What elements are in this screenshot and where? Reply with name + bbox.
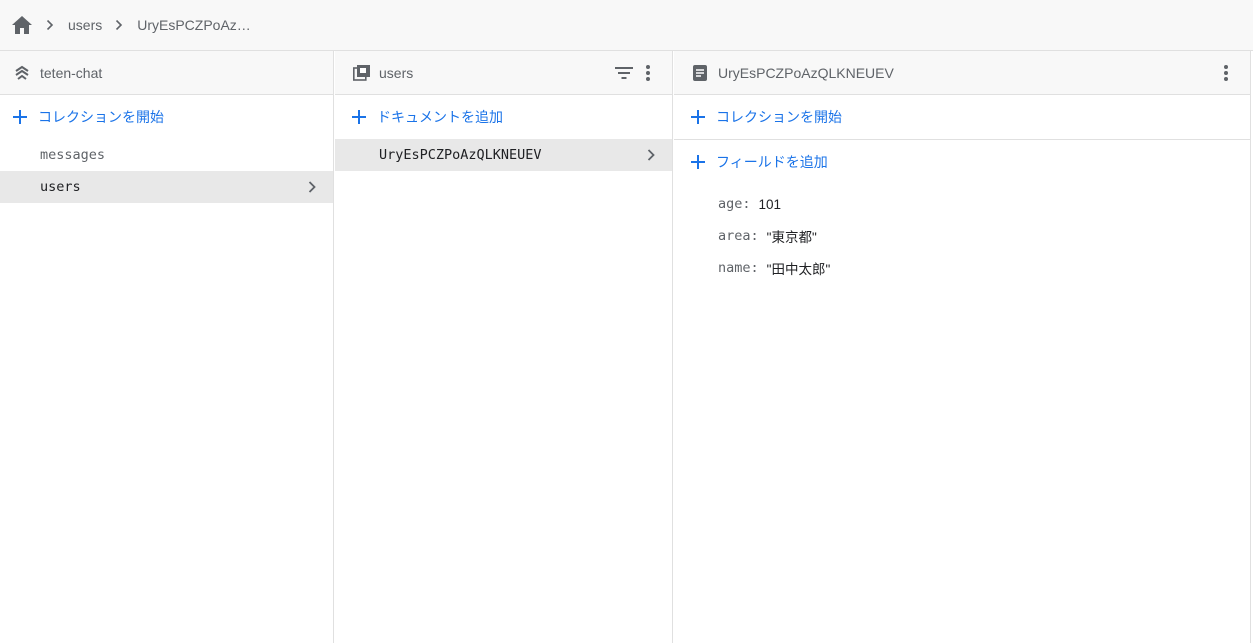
field-key: name — [718, 260, 751, 276]
more-vert-icon[interactable] — [636, 61, 660, 85]
collection-item-messages[interactable]: messages — [0, 139, 333, 171]
chevron-right-icon — [46, 20, 56, 30]
collection-item-label: users — [40, 179, 81, 195]
field-separator: : — [742, 196, 751, 212]
chevron-right-icon — [305, 180, 319, 194]
database-icon — [13, 64, 31, 82]
chevron-right-icon — [115, 20, 125, 30]
document-icon — [691, 64, 709, 82]
root-panel: teten-chat コレクションを開始 messages users — [0, 51, 334, 643]
field-row-age[interactable]: age: 101 — [674, 188, 1250, 220]
collection-icon — [352, 64, 370, 82]
field-row-name[interactable]: name: "田中太郎" — [674, 252, 1250, 284]
collection-panel: users ドキュメントを追加 UryEsPCZPoAzQLKNEUEV — [335, 51, 673, 643]
plus-icon — [349, 107, 369, 127]
more-vert-icon[interactable] — [1214, 61, 1238, 85]
field-row-area[interactable]: area: "東京都" — [674, 220, 1250, 252]
plus-icon — [688, 152, 708, 172]
field-value: 101 — [758, 196, 782, 212]
root-panel-title: teten-chat — [40, 64, 103, 81]
start-subcollection-label: コレクションを開始 — [716, 109, 842, 125]
add-field-button[interactable]: フィールドを追加 — [674, 140, 1250, 184]
document-item[interactable]: UryEsPCZPoAzQLKNEUEV — [335, 139, 672, 171]
document-panel-header: UryEsPCZPoAzQLKNEUEV — [674, 51, 1250, 95]
breadcrumb-item-document[interactable]: UryEsPCZPoAz… — [137, 17, 251, 33]
collection-item-users[interactable]: users — [0, 171, 333, 203]
start-collection-label: コレクションを開始 — [38, 109, 164, 125]
field-value: "田中太郎" — [766, 262, 831, 277]
collection-panel-title: users — [379, 64, 414, 81]
field-key: age — [718, 196, 743, 212]
chevron-right-icon — [644, 148, 658, 162]
root-panel-header: teten-chat — [0, 51, 333, 95]
document-panel: UryEsPCZPoAzQLKNEUEV コレクションを開始 フィールドを追加 … — [674, 51, 1251, 643]
document-panel-title: UryEsPCZPoAzQLKNEUEV — [718, 64, 894, 81]
add-field-label: フィールドを追加 — [716, 154, 828, 170]
field-value: "東京都" — [766, 230, 817, 245]
start-subcollection-button[interactable]: コレクションを開始 — [674, 95, 1250, 140]
start-collection-button[interactable]: コレクションを開始 — [0, 95, 333, 139]
breadcrumb-item-users[interactable]: users — [68, 17, 102, 33]
field-list: age: 101 area: "東京都" name: "田中太郎" — [674, 184, 1250, 284]
plus-icon — [10, 107, 30, 127]
collection-panel-header: users — [335, 51, 672, 95]
field-key: area — [718, 228, 751, 244]
breadcrumb: users UryEsPCZPoAz… — [0, 0, 1253, 51]
field-separator: : — [750, 228, 759, 244]
collection-item-label: messages — [40, 147, 106, 163]
add-document-label: ドキュメントを追加 — [377, 109, 503, 125]
plus-icon — [688, 107, 708, 127]
add-document-button[interactable]: ドキュメントを追加 — [335, 95, 672, 139]
document-item-label: UryEsPCZPoAzQLKNEUEV — [379, 147, 542, 163]
filter-icon[interactable] — [612, 61, 636, 85]
field-separator: : — [750, 260, 759, 276]
home-icon[interactable] — [11, 14, 33, 36]
